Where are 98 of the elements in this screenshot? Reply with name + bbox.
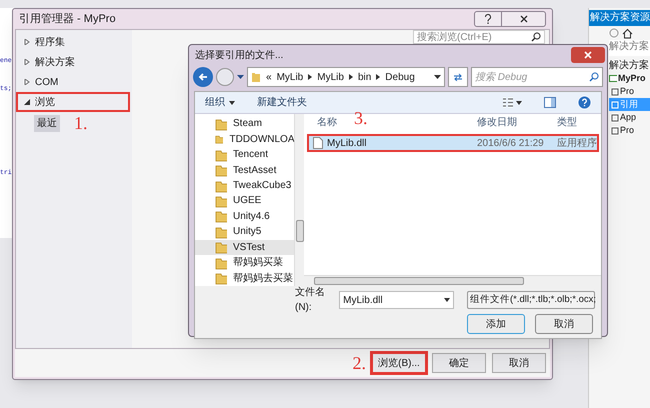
chevron-icon <box>348 74 353 80</box>
folder-item[interactable]: VSTest <box>195 240 294 256</box>
folder-item[interactable]: TweakCube3 <box>195 178 294 194</box>
close-button[interactable] <box>502 11 546 27</box>
file-cell: MyLib.dll <box>309 136 467 150</box>
annotation-number: 1. <box>74 112 88 134</box>
folder-item[interactable]: Steam <box>195 116 294 132</box>
tree-item[interactable]: Pro <box>609 85 650 98</box>
toolbar-button[interactable]: 新建文件夹 <box>257 95 307 110</box>
folder-item[interactable]: UGEE <box>195 193 294 209</box>
nav-item[interactable]: 浏览 <box>16 92 130 112</box>
folder-icon <box>215 178 227 193</box>
folder-icon <box>215 116 227 131</box>
folder-icon <box>215 256 227 270</box>
path-overflow: « <box>266 70 272 84</box>
nav-item[interactable]: 程序集 <box>16 32 132 52</box>
file-cell-text: 应用程序 <box>556 136 597 150</box>
file-icon <box>313 137 323 149</box>
annotation-number: 2. <box>352 352 366 374</box>
nav-item[interactable]: COM <box>16 72 132 92</box>
annotation-number: 3. <box>354 107 368 130</box>
filter-dropdown[interactable]: 组件文件(*.dll;*.tlb;*.olb;*.ocx; <box>467 291 595 309</box>
expand-triangle-icon <box>24 59 30 65</box>
folder-item[interactable]: TDDOWNLOA <box>195 131 294 147</box>
home-icon <box>622 28 633 38</box>
search-field[interactable]: 搜索浏览(Ctrl+E) <box>413 30 545 44</box>
folder-item[interactable]: TestAsset <box>195 162 294 178</box>
column-header[interactable]: 修改日期 <box>477 116 517 128</box>
help-button[interactable] <box>578 96 591 109</box>
dialog-button[interactable]: 浏览(B)... <box>372 353 426 373</box>
folder-icon <box>215 240 227 254</box>
tree-item[interactable]: Pro <box>609 124 650 137</box>
close-button[interactable] <box>571 47 605 63</box>
folder-item[interactable]: 帮妈妈买菜 <box>195 255 294 271</box>
view-button[interactable] <box>503 98 522 107</box>
window-title: 选择要引用的文件... <box>195 48 284 62</box>
column-header[interactable]: 类型 <box>557 116 577 128</box>
search-icon <box>589 72 599 82</box>
caret-icon <box>516 100 522 104</box>
pane-icon <box>544 97 556 108</box>
folder-icon <box>215 271 227 286</box>
nav-item[interactable]: 最近 <box>34 114 60 132</box>
back-button[interactable] <box>193 67 213 87</box>
help-button[interactable] <box>474 11 502 27</box>
file-cell-text: 2016/6/6 21:29 <box>476 136 545 150</box>
folder-item[interactable]: Tencent <box>195 146 294 162</box>
path-segment[interactable]: bin <box>358 70 372 84</box>
folder-icon <box>215 209 227 224</box>
file-row[interactable]: MyLib.dll 2016/6/6 21:29 应用程序 <box>307 134 599 152</box>
dialog-button[interactable]: 确定 <box>432 353 486 373</box>
chevron-icon <box>376 74 380 80</box>
help-icon <box>578 96 591 109</box>
toolbar-button[interactable]: 组织 <box>205 95 235 110</box>
window-title: 引用管理器 - MyPro <box>19 12 116 27</box>
dialog-button[interactable]: 添加 <box>467 314 525 334</box>
refresh-button[interactable] <box>448 67 468 87</box>
left-arrow-icon <box>198 72 208 82</box>
field-label: 文件名(N): <box>295 286 326 315</box>
path-segment[interactable]: Debug <box>385 70 415 84</box>
address-bar[interactable]: « MyLib MyLib bin Debug <box>247 67 445 87</box>
search-icon <box>531 32 541 42</box>
path-segment[interactable]: MyLib <box>276 70 304 84</box>
caret-icon <box>229 100 235 104</box>
collapse-triangle-icon <box>24 99 30 105</box>
file-name-field[interactable]: MyLib.dll <box>339 291 454 309</box>
close-icon <box>520 15 528 23</box>
caret-icon <box>434 74 441 80</box>
question-icon <box>484 14 492 24</box>
folder-item[interactable]: Unity4.6 <box>195 208 294 224</box>
folder-icon <box>215 163 227 178</box>
dialog-button[interactable]: 取消 <box>535 314 593 334</box>
scroll-bar[interactable] <box>294 114 304 286</box>
column-header[interactable]: 名称 <box>317 116 337 128</box>
nav-item[interactable]: 解决方案 <box>16 52 132 72</box>
caret-icon <box>237 74 244 80</box>
refresh-icon <box>453 73 463 81</box>
expand-triangle-icon <box>24 39 30 45</box>
tree-item[interactable]: App <box>609 111 650 124</box>
folder-icon <box>215 148 227 162</box>
dialog-button[interactable]: 取消 <box>492 353 546 373</box>
list-view-icon <box>503 98 513 107</box>
folder-icon <box>215 194 227 208</box>
caret-icon <box>444 298 450 302</box>
path-segment[interactable]: MyLib <box>317 70 344 84</box>
tree-item[interactable]: 解决方案 <box>609 59 650 72</box>
expand-triangle-icon <box>24 79 30 85</box>
close-icon <box>584 51 592 59</box>
panel-title: 解决方案资源 <box>589 10 650 26</box>
scroll-bar[interactable] <box>304 275 601 286</box>
folder-icon <box>215 224 227 239</box>
circle-icon <box>609 28 619 38</box>
chevron-icon <box>308 74 312 80</box>
search-field[interactable]: 解决方案 <box>609 40 650 56</box>
folder-item[interactable]: 帮妈妈去买菜 <box>195 270 294 286</box>
preview-pane-button[interactable] <box>544 97 556 108</box>
folder-icon <box>251 71 261 83</box>
tree-item[interactable]: MyPro <box>609 72 650 85</box>
folder-item[interactable]: Unity5 <box>195 224 294 240</box>
